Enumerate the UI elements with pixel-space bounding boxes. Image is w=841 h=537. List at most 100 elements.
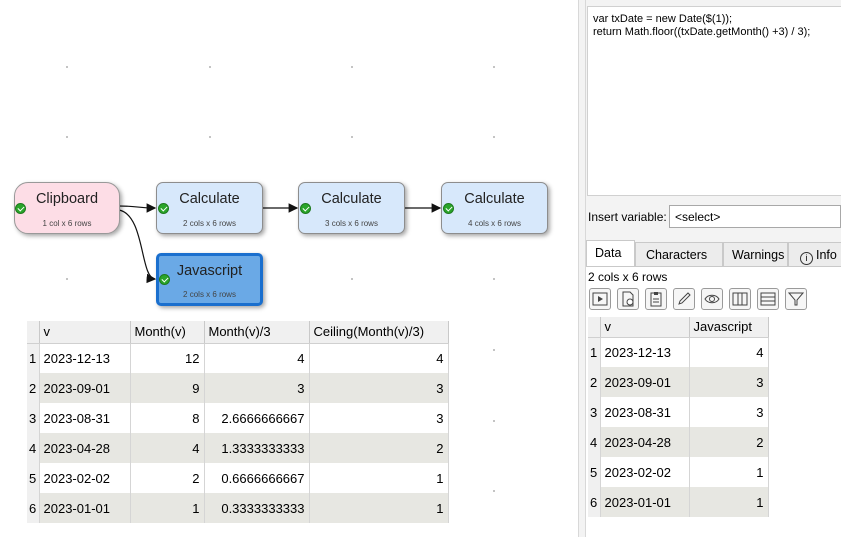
rows-button[interactable] — [757, 288, 779, 310]
row-number: 4 — [588, 427, 601, 457]
node-javascript[interactable]: Javascript 2 cols x 6 rows — [156, 253, 263, 306]
node-properties-panel: var txDate = new Date($(1)); return Math.… — [586, 0, 841, 537]
table-row[interactable]: 5 2023-02-02 2 0.6666666667 1 — [27, 463, 449, 493]
workflow-canvas[interactable]: Clipboard 1 col x 6 rows Calculate 2 col… — [0, 0, 578, 537]
grid-dot — [493, 490, 495, 492]
cell-month[interactable]: 4 — [130, 433, 205, 463]
column-header-v[interactable]: v — [39, 321, 131, 344]
filter-icon — [788, 292, 804, 306]
node-subtitle: 2 cols x 6 rows — [183, 219, 236, 228]
tab-characters[interactable]: Characters — [635, 242, 723, 267]
clipboard-button[interactable] — [645, 288, 667, 310]
tab-warnings[interactable]: Warnings — [723, 242, 788, 267]
cell-month-div-3[interactable]: 3 — [204, 373, 310, 403]
eye-icon — [704, 294, 720, 304]
panel-splitter[interactable] — [578, 0, 586, 537]
check-icon — [300, 203, 311, 214]
node-data-table[interactable]: v Month(v) Month(v)/3 Ceiling(Month(v)/3… — [27, 321, 449, 523]
cell-javascript[interactable]: 3 — [689, 367, 769, 397]
cell-javascript[interactable]: 3 — [689, 397, 769, 427]
edit-button[interactable] — [673, 288, 695, 310]
table-row[interactable]: 3 2023-08-31 3 — [588, 397, 769, 427]
row-number: 5 — [588, 457, 601, 487]
table-header-row: v Month(v) Month(v)/3 Ceiling(Month(v)/3… — [27, 321, 449, 344]
cell-javascript[interactable]: 4 — [689, 337, 769, 367]
cell-v[interactable]: 2023-12-13 — [600, 337, 690, 367]
cell-v[interactable]: 2023-02-02 — [600, 457, 690, 487]
node-calculate-2[interactable]: Calculate 3 cols x 6 rows — [298, 182, 405, 234]
cell-ceiling[interactable]: 1 — [309, 463, 449, 493]
insert-variable-label: Insert variable: — [588, 210, 667, 224]
column-header-ceiling[interactable]: Ceiling(Month(v)/3) — [309, 321, 449, 344]
table-row[interactable]: 1 2023-12-13 12 4 4 — [27, 343, 449, 373]
column-header-v[interactable]: v — [600, 317, 690, 338]
node-clipboard[interactable]: Clipboard 1 col x 6 rows — [14, 182, 120, 234]
cell-ceiling[interactable]: 4 — [309, 343, 449, 373]
output-data-table[interactable]: v Javascript 1 2023-12-13 4 2 2023-09-01… — [588, 317, 769, 517]
play-icon — [592, 292, 608, 306]
cell-v[interactable]: 2023-12-13 — [39, 343, 131, 373]
cell-month-div-3[interactable]: 1.3333333333 — [204, 433, 310, 463]
cell-javascript[interactable]: 1 — [689, 487, 769, 517]
node-title: Javascript — [176, 263, 243, 279]
cell-month-div-3[interactable]: 4 — [204, 343, 310, 373]
add-page-icon — [622, 291, 634, 307]
play-button[interactable] — [589, 288, 611, 310]
cell-month-div-3[interactable]: 0.6666666667 — [204, 463, 310, 493]
grid-dot — [493, 349, 495, 351]
cell-v[interactable]: 2023-04-28 — [600, 427, 690, 457]
column-header-month-div-3[interactable]: Month(v)/3 — [204, 321, 310, 344]
cell-v[interactable]: 2023-01-01 — [39, 493, 131, 523]
table-row[interactable]: 4 2023-04-28 2 — [588, 427, 769, 457]
add-page-button[interactable] — [617, 288, 639, 310]
table-row[interactable]: 1 2023-12-13 4 — [588, 337, 769, 367]
table-row[interactable]: 5 2023-02-02 1 — [588, 457, 769, 487]
row-number: 6 — [27, 493, 40, 523]
cell-month-div-3[interactable]: 2.6666666667 — [204, 403, 310, 433]
tab-data[interactable]: Data — [586, 240, 635, 267]
cell-javascript[interactable]: 2 — [689, 427, 769, 457]
cell-v[interactable]: 2023-09-01 — [600, 367, 690, 397]
table-row[interactable]: 6 2023-01-01 1 — [588, 487, 769, 517]
column-header-javascript[interactable]: Javascript — [689, 317, 769, 338]
view-button[interactable] — [701, 288, 723, 310]
cell-v[interactable]: 2023-01-01 — [600, 487, 690, 517]
code-line: return Math.floor((txDate.getMonth() +3)… — [593, 26, 811, 38]
cell-javascript[interactable]: 1 — [689, 457, 769, 487]
cell-ceiling[interactable]: 3 — [309, 373, 449, 403]
cell-ceiling[interactable]: 1 — [309, 493, 449, 523]
cell-month[interactable]: 8 — [130, 403, 205, 433]
cell-v[interactable]: 2023-08-31 — [39, 403, 131, 433]
cell-month-div-3[interactable]: 0.3333333333 — [204, 493, 310, 523]
node-title: Clipboard — [35, 191, 99, 207]
cell-v[interactable]: 2023-08-31 — [600, 397, 690, 427]
node-calculate-1[interactable]: Calculate 2 cols x 6 rows — [156, 182, 263, 234]
cell-v[interactable]: 2023-04-28 — [39, 433, 131, 463]
node-title: Calculate — [464, 191, 525, 207]
table-header-row: v Javascript — [588, 317, 769, 338]
table-row[interactable]: 4 2023-04-28 4 1.3333333333 2 — [27, 433, 449, 463]
cell-v[interactable]: 2023-09-01 — [39, 373, 131, 403]
cell-month[interactable]: 9 — [130, 373, 205, 403]
cell-month[interactable]: 2 — [130, 463, 205, 493]
filter-button[interactable] — [785, 288, 807, 310]
tab-info[interactable]: i Info — [788, 242, 841, 267]
columns-button[interactable] — [729, 288, 751, 310]
cell-month[interactable]: 12 — [130, 343, 205, 373]
table-row[interactable]: 2 2023-09-01 3 — [588, 367, 769, 397]
grid-dot — [493, 420, 495, 422]
cell-ceiling[interactable]: 2 — [309, 433, 449, 463]
table-row[interactable]: 3 2023-08-31 8 2.6666666667 3 — [27, 403, 449, 433]
connector-clipboard-calc1 — [118, 203, 157, 213]
node-calculate-3[interactable]: Calculate 4 cols x 6 rows — [441, 182, 548, 234]
code-line: var txDate = new Date($(1)); — [593, 13, 733, 25]
insert-variable-select[interactable]: <select> — [669, 205, 841, 228]
cell-month[interactable]: 1 — [130, 493, 205, 523]
cell-ceiling[interactable]: 3 — [309, 403, 449, 433]
column-header-month[interactable]: Month(v) — [130, 321, 205, 344]
cell-v[interactable]: 2023-02-02 — [39, 463, 131, 493]
table-row[interactable]: 6 2023-01-01 1 0.3333333333 1 — [27, 493, 449, 523]
table-row[interactable]: 2 2023-09-01 9 3 3 — [27, 373, 449, 403]
javascript-code-editor[interactable]: var txDate = new Date($(1)); return Math.… — [587, 6, 841, 196]
row-number: 6 — [588, 487, 601, 517]
